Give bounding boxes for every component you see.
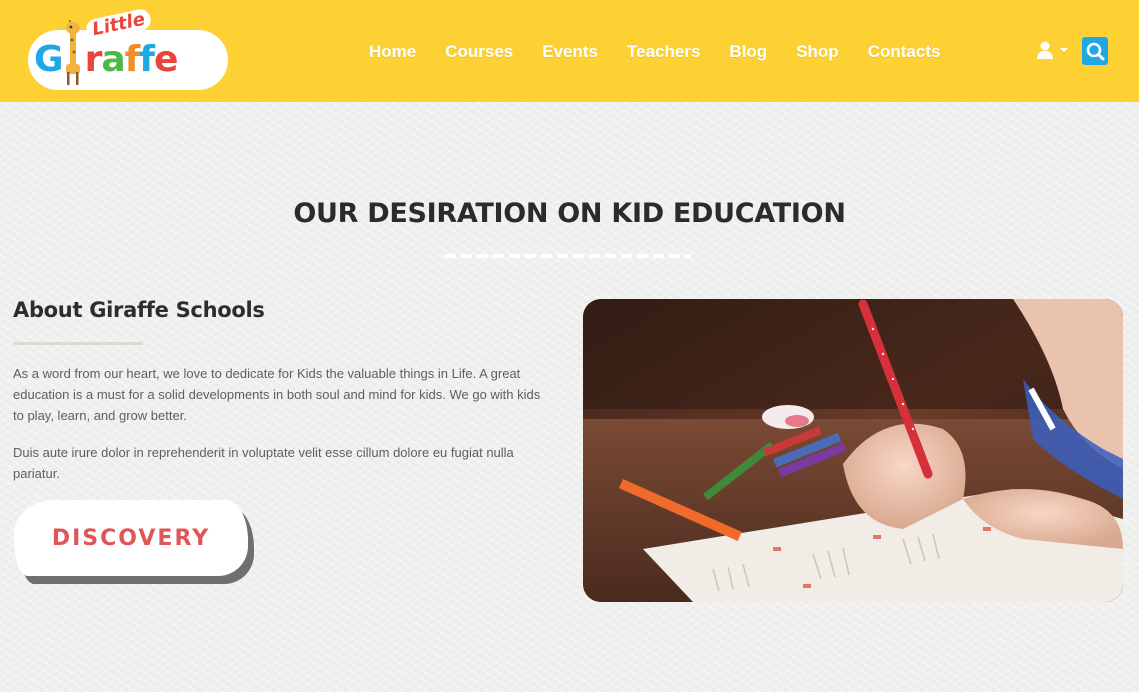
kid-drawing-image [583,299,1123,602]
about-paragraph-1: As a word from our heart, we love to ded… [13,366,541,423]
site-header: Little Giraffe Home Courses Events Teachers… [0,0,1139,102]
nav-link-events[interactable]: Events [542,40,598,64]
search-button[interactable] [1082,37,1108,65]
logo-letter: e [153,39,178,80]
nav-link-contacts[interactable]: Contacts [868,40,941,64]
logo-letter: f [139,39,155,80]
search-icon [1086,42,1105,61]
discovery-button[interactable]: DISCOVERY [14,500,248,576]
site-logo[interactable]: Little Giraffe [28,7,232,92]
title-divider [445,254,691,258]
section-title: OUR DESIRATION ON KID EDUCATION [293,198,846,229]
nav-link-courses[interactable]: Courses [445,40,513,64]
kid-drawing-photo [583,299,1123,602]
main-navigation: Home Courses Events Teachers Blog Shop Contact… [369,40,969,64]
nav-link-blog[interactable]: Blog [729,40,767,64]
about-paragraph-2: Duis aute irure dolor in reprehenderit i… [13,445,514,481]
about-divider [13,342,143,345]
logo-letter: i [63,40,85,80]
user-menu[interactable] [1036,40,1070,62]
user-icon [1037,41,1068,59]
nav-link-teachers[interactable]: Teachers [627,40,700,64]
caret-down-icon [1060,48,1068,52]
logo-wordmark: Giraffe [34,39,178,80]
logo-letter: a [101,39,125,80]
nav-link-home[interactable]: Home [369,40,416,64]
discovery-button-wrapper: DISCOVERY [14,500,256,586]
logo-letter: f [124,39,141,80]
logo-letter: r [84,39,103,80]
nav-link-shop[interactable]: Shop [796,40,839,64]
logo-letter: G [34,39,64,80]
about-title: About Giraffe Schools [13,298,265,322]
